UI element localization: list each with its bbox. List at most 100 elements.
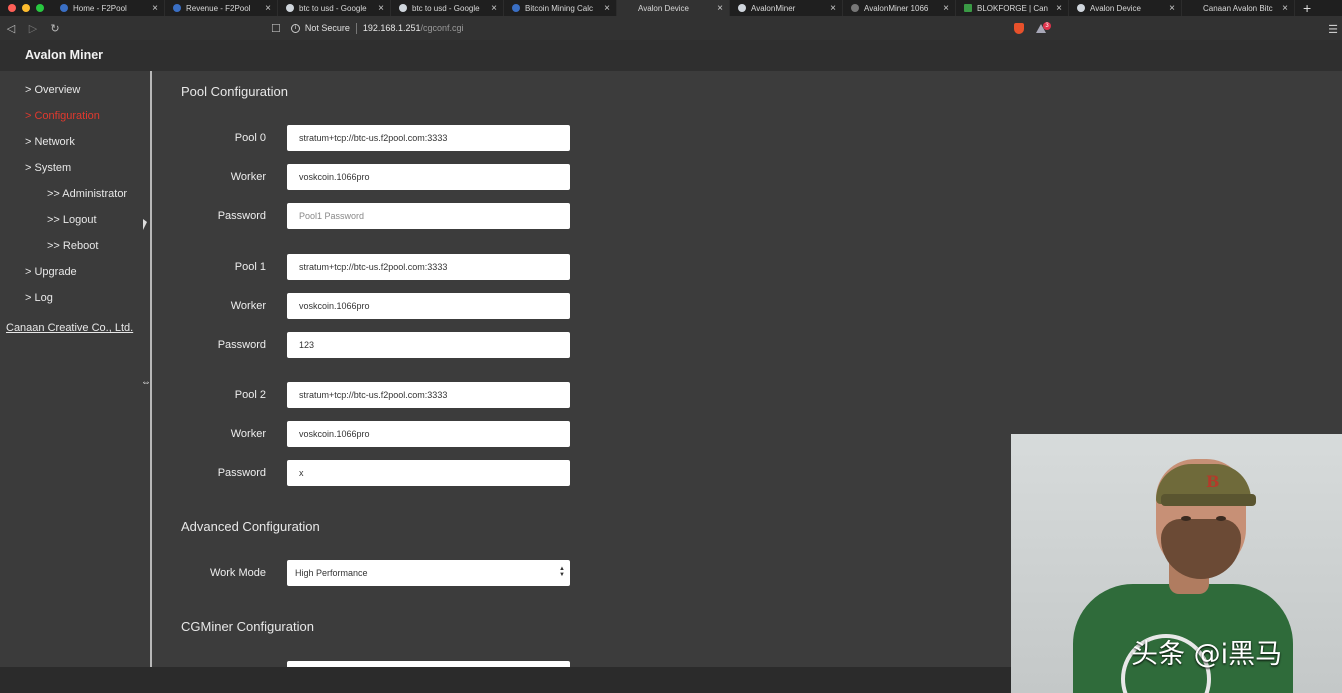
favicon-icon [625, 4, 633, 12]
pool-1-worker-input[interactable] [287, 293, 570, 319]
favicon-icon [512, 4, 520, 12]
browser-tab[interactable]: Avalon Device × [1069, 0, 1182, 16]
security-label: Not Secure [304, 23, 350, 33]
tab-title: Avalon Device [1090, 3, 1141, 13]
worker-label: Worker [230, 171, 266, 183]
pool-0-worker-input[interactable] [287, 164, 570, 190]
favicon-icon [964, 4, 972, 12]
close-tab-icon[interactable]: × [265, 3, 271, 14]
pool-1-pool-url-input[interactable] [287, 254, 570, 280]
tab-title: Revenue - F2Pool [186, 3, 251, 13]
company-link[interactable]: Canaan Creative Co., Ltd. [6, 322, 133, 334]
divider [355, 22, 357, 34]
worker-label: Worker [230, 300, 266, 312]
close-tab-icon[interactable]: × [604, 3, 610, 14]
pool-2-pool-url-input[interactable] [287, 382, 570, 408]
cap-bill [1161, 494, 1256, 506]
tab-title: AvalonMiner [751, 3, 796, 13]
security-indicator[interactable]: i Not Secure [290, 23, 350, 33]
tab-title: Canaan Avalon Bitc [1203, 3, 1273, 13]
tab-title: Home - F2Pool [73, 3, 127, 13]
minimize-window-icon[interactable] [22, 4, 30, 12]
favicon-icon [60, 4, 68, 12]
tab-title: Bitcoin Mining Calc [525, 3, 594, 13]
browser-tab[interactable]: btc to usd - Google × [391, 0, 504, 16]
window-controls [0, 4, 52, 12]
pool-2-worker-input[interactable] [287, 421, 570, 447]
url-field[interactable]: 192.168.1.251/cgconf.cgi [363, 23, 464, 33]
url-host: 192.168.1.251 [362, 23, 421, 33]
person-eye [1216, 516, 1226, 521]
browser-tab[interactable]: BLOKFORGE | Can × [956, 0, 1069, 16]
brave-rewards-icon[interactable]: 3 [1036, 22, 1051, 34]
favicon-icon [173, 4, 181, 12]
tab-title: btc to usd - Google [299, 3, 367, 13]
browser-tab[interactable]: AvalonMiner 1066 × [843, 0, 956, 16]
browser-tab[interactable]: btc to usd - Google × [278, 0, 391, 16]
browser-tab[interactable]: Bitcoin Mining Calc × [504, 0, 617, 16]
browser-tab[interactable]: Avalon Device × [617, 0, 730, 16]
sidebar-item-upgrade[interactable]: > Upgrade [25, 266, 77, 278]
worker-label: Worker [230, 428, 266, 440]
sidebar-item-configuration[interactable]: > Configuration [25, 110, 100, 122]
tab-title: AvalonMiner 1066 [864, 3, 929, 13]
close-tab-icon[interactable]: × [378, 3, 384, 14]
pool-0-pool-url-input[interactable] [287, 125, 570, 151]
select-arrows-icon: ▲ ▼ [559, 566, 565, 578]
browser-tab-bar: Home - F2Pool × Revenue - F2Pool × btc to us… [0, 0, 1342, 16]
password-label: Password [217, 210, 266, 222]
close-tab-icon[interactable]: × [1056, 3, 1062, 14]
pool-url-label: Pool 2 [234, 389, 266, 401]
sidebar-item-administrator[interactable]: >> Administrator [47, 188, 127, 200]
bookmark-icon[interactable]: ☐ [271, 22, 281, 35]
close-window-icon[interactable] [8, 4, 16, 12]
pool-config-title: Pool Configuration [181, 84, 288, 99]
app-header: Avalon Miner [0, 40, 1342, 71]
close-tab-icon[interactable]: × [152, 3, 158, 14]
maximize-window-icon[interactable] [36, 4, 44, 12]
new-tab-icon[interactable]: + [1303, 0, 1311, 16]
favicon-icon [286, 4, 294, 12]
sidebar-item-logout[interactable]: >> Logout [47, 214, 97, 226]
pool-url-label: Pool 1 [234, 261, 266, 273]
pool-2-password-input[interactable] [287, 460, 570, 486]
reload-icon[interactable]: ↻ [44, 22, 66, 35]
sidebar-item-log[interactable]: > Log [25, 292, 53, 304]
pool-0-password-input[interactable] [287, 203, 570, 229]
close-tab-icon[interactable]: × [491, 3, 497, 14]
webcam-overlay: B 头条 @i黑马 [1011, 434, 1342, 693]
person-eye [1181, 516, 1191, 521]
browser-tab[interactable]: Canaan Avalon Bitc × [1182, 0, 1295, 16]
close-tab-icon[interactable]: × [943, 3, 949, 14]
favicon-icon [738, 4, 746, 12]
work-mode-select[interactable]: High Performance ▲ ▼ [287, 560, 570, 586]
favicon-icon [851, 4, 859, 12]
browser-tab[interactable]: Home - F2Pool × [52, 0, 165, 16]
close-tab-icon[interactable]: × [1282, 3, 1288, 14]
close-tab-icon[interactable]: × [830, 3, 836, 14]
forward-icon[interactable]: ▷ [22, 22, 44, 35]
tab-title: BLOKFORGE | Can [977, 3, 1048, 13]
brave-shield-icon[interactable] [1014, 23, 1024, 34]
browser-tab[interactable]: Revenue - F2Pool × [165, 0, 278, 16]
sidebar-item-network[interactable]: > Network [25, 136, 75, 148]
tab-title: btc to usd - Google [412, 3, 480, 13]
cap-logo-icon: B [1206, 472, 1220, 491]
browser-tab[interactable]: AvalonMiner × [730, 0, 843, 16]
sidebar-item-reboot[interactable]: >> Reboot [47, 240, 98, 252]
info-icon: i [290, 23, 300, 33]
pool-1-password-input[interactable] [287, 332, 570, 358]
back-icon[interactable]: ◁ [0, 22, 22, 35]
sidebar-item-overview[interactable]: > Overview [25, 84, 80, 96]
password-label: Password [217, 467, 266, 479]
close-tab-icon[interactable]: × [1169, 3, 1175, 14]
mouse-cursor-icon [143, 219, 147, 230]
close-tab-icon[interactable]: × [717, 3, 723, 14]
cgminer-config-title: CGMiner Configuration [181, 619, 314, 634]
watermark: 头条 @i黑马 [1131, 639, 1283, 670]
sidebar: > Overview > Configuration > Network > Syst… [0, 71, 152, 667]
tab-title: Avalon Device [638, 3, 689, 13]
menu-icon[interactable]: ☰ [1328, 23, 1338, 36]
favicon-icon [1077, 4, 1085, 12]
sidebar-item-system[interactable]: > System [25, 162, 71, 174]
